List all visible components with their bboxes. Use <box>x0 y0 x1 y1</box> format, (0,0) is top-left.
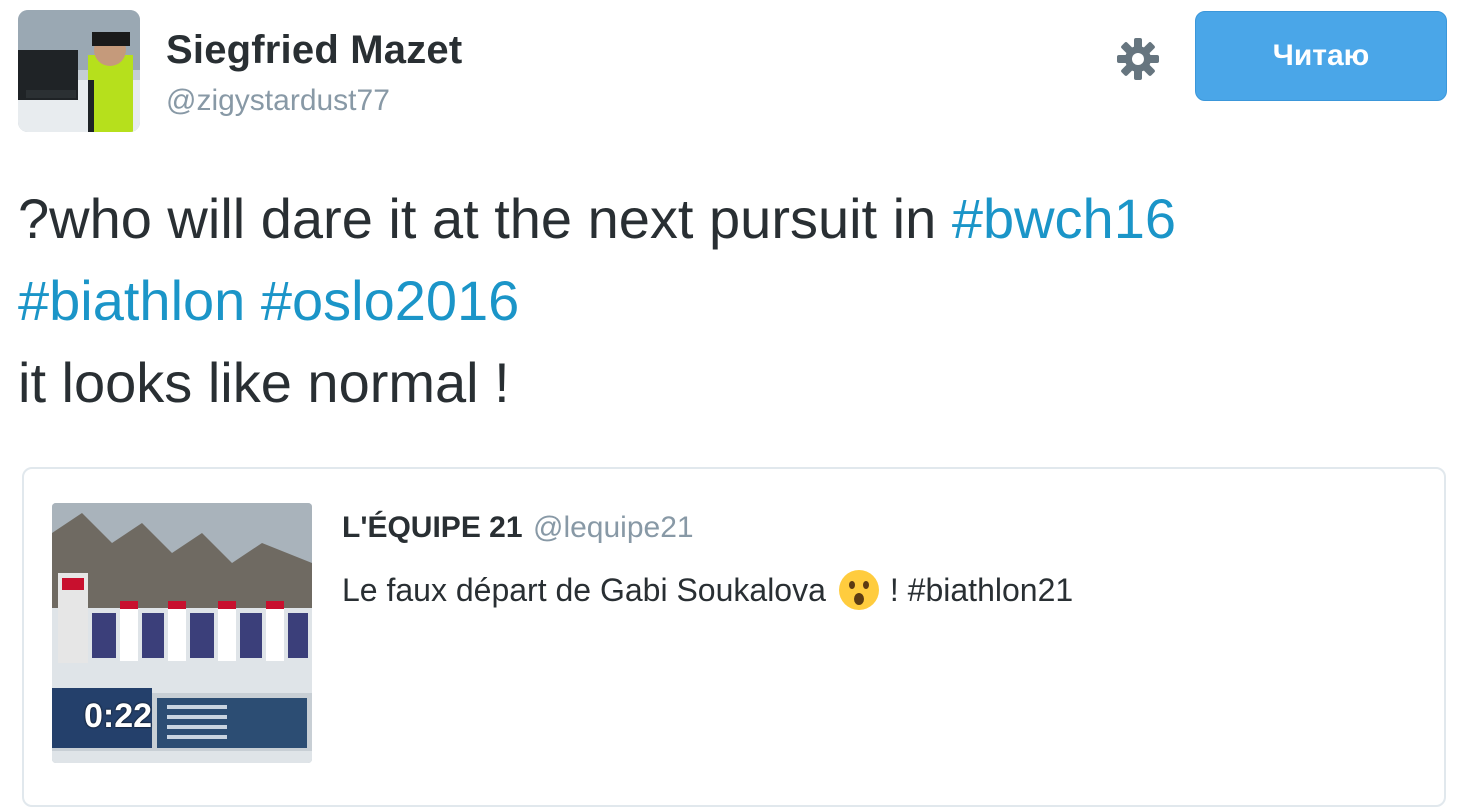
quoted-header: L'ÉQUIPE 21 @lequipe21 <box>342 511 694 545</box>
author-name[interactable]: Siegfried Mazet <box>166 28 462 73</box>
tweet-text-segment: ?who will dare it at the next pursuit in <box>18 187 952 250</box>
author-handle[interactable]: @zigystardust77 <box>166 84 390 118</box>
quoted-author-handle[interactable]: @lequipe21 <box>533 511 694 544</box>
quoted-text: Le faux départ de Gabi Soukalova ! #biat… <box>342 569 1073 611</box>
astonished-face-emoji-icon <box>838 569 880 611</box>
quoted-author-name[interactable]: L'ÉQUIPE 21 <box>342 511 523 544</box>
gear-icon[interactable] <box>1114 35 1162 83</box>
tweet-line-1: ?who will dare it at the next pursuit in… <box>18 178 1448 260</box>
avatar[interactable] <box>18 10 140 132</box>
hashtag-link[interactable]: #bwch16 <box>952 187 1176 250</box>
quoted-text-before-emoji: Le faux départ de Gabi Soukalova <box>342 571 826 608</box>
tweet-line-3: it looks like normal ! <box>18 351 510 414</box>
tweet-text: ?who will dare it at the next pursuit in… <box>18 178 1448 424</box>
quoted-text-after-emoji: ! #biathlon21 <box>889 571 1074 608</box>
video-thumbnail[interactable]: 0:22 <box>52 503 312 763</box>
quoted-tweet-card[interactable]: 0:22 L'ÉQUIPE 21 @lequipe21 Le faux dépa… <box>22 467 1446 807</box>
tweet-line-2: #biathlon #oslo2016 <box>18 260 1448 342</box>
video-timer: 0:22 <box>84 697 153 735</box>
hashtag-link[interactable]: #biathlon <box>18 269 245 332</box>
follow-button[interactable]: Читаю <box>1195 11 1447 101</box>
hashtag-link[interactable]: #oslo2016 <box>261 269 519 332</box>
